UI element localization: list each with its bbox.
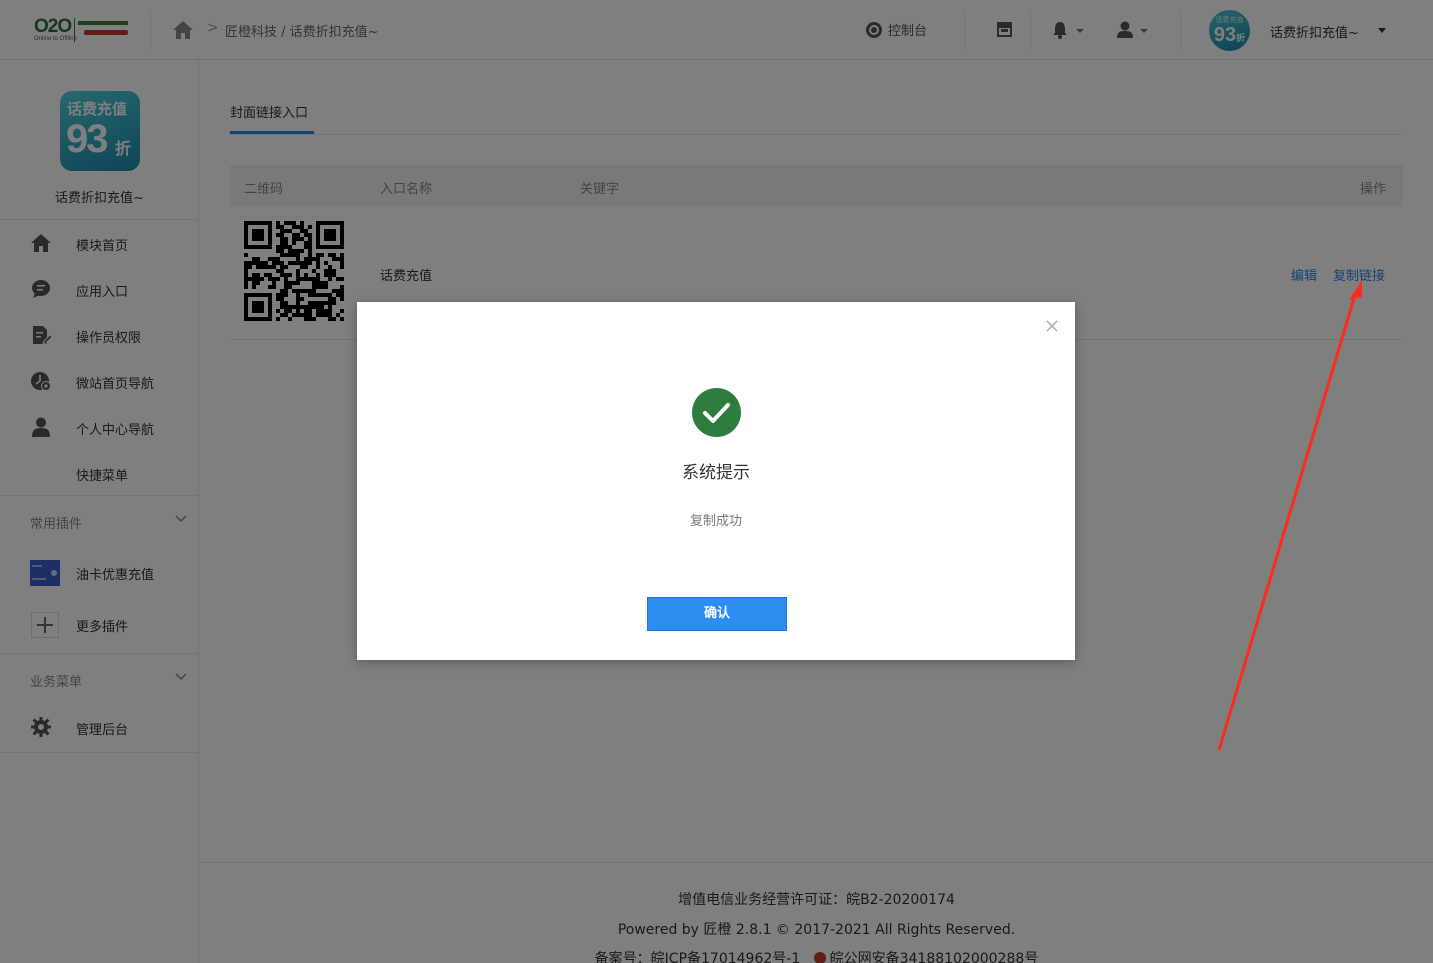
success-check-icon xyxy=(692,388,741,437)
system-prompt-dialog: 系统提示 复制成功 确认 xyxy=(357,302,1075,660)
confirm-button[interactable]: 确认 xyxy=(647,597,787,631)
close-icon[interactable] xyxy=(1044,318,1060,334)
dialog-title: 系统提示 xyxy=(682,463,750,483)
dialog-message: 复制成功 xyxy=(689,514,742,529)
